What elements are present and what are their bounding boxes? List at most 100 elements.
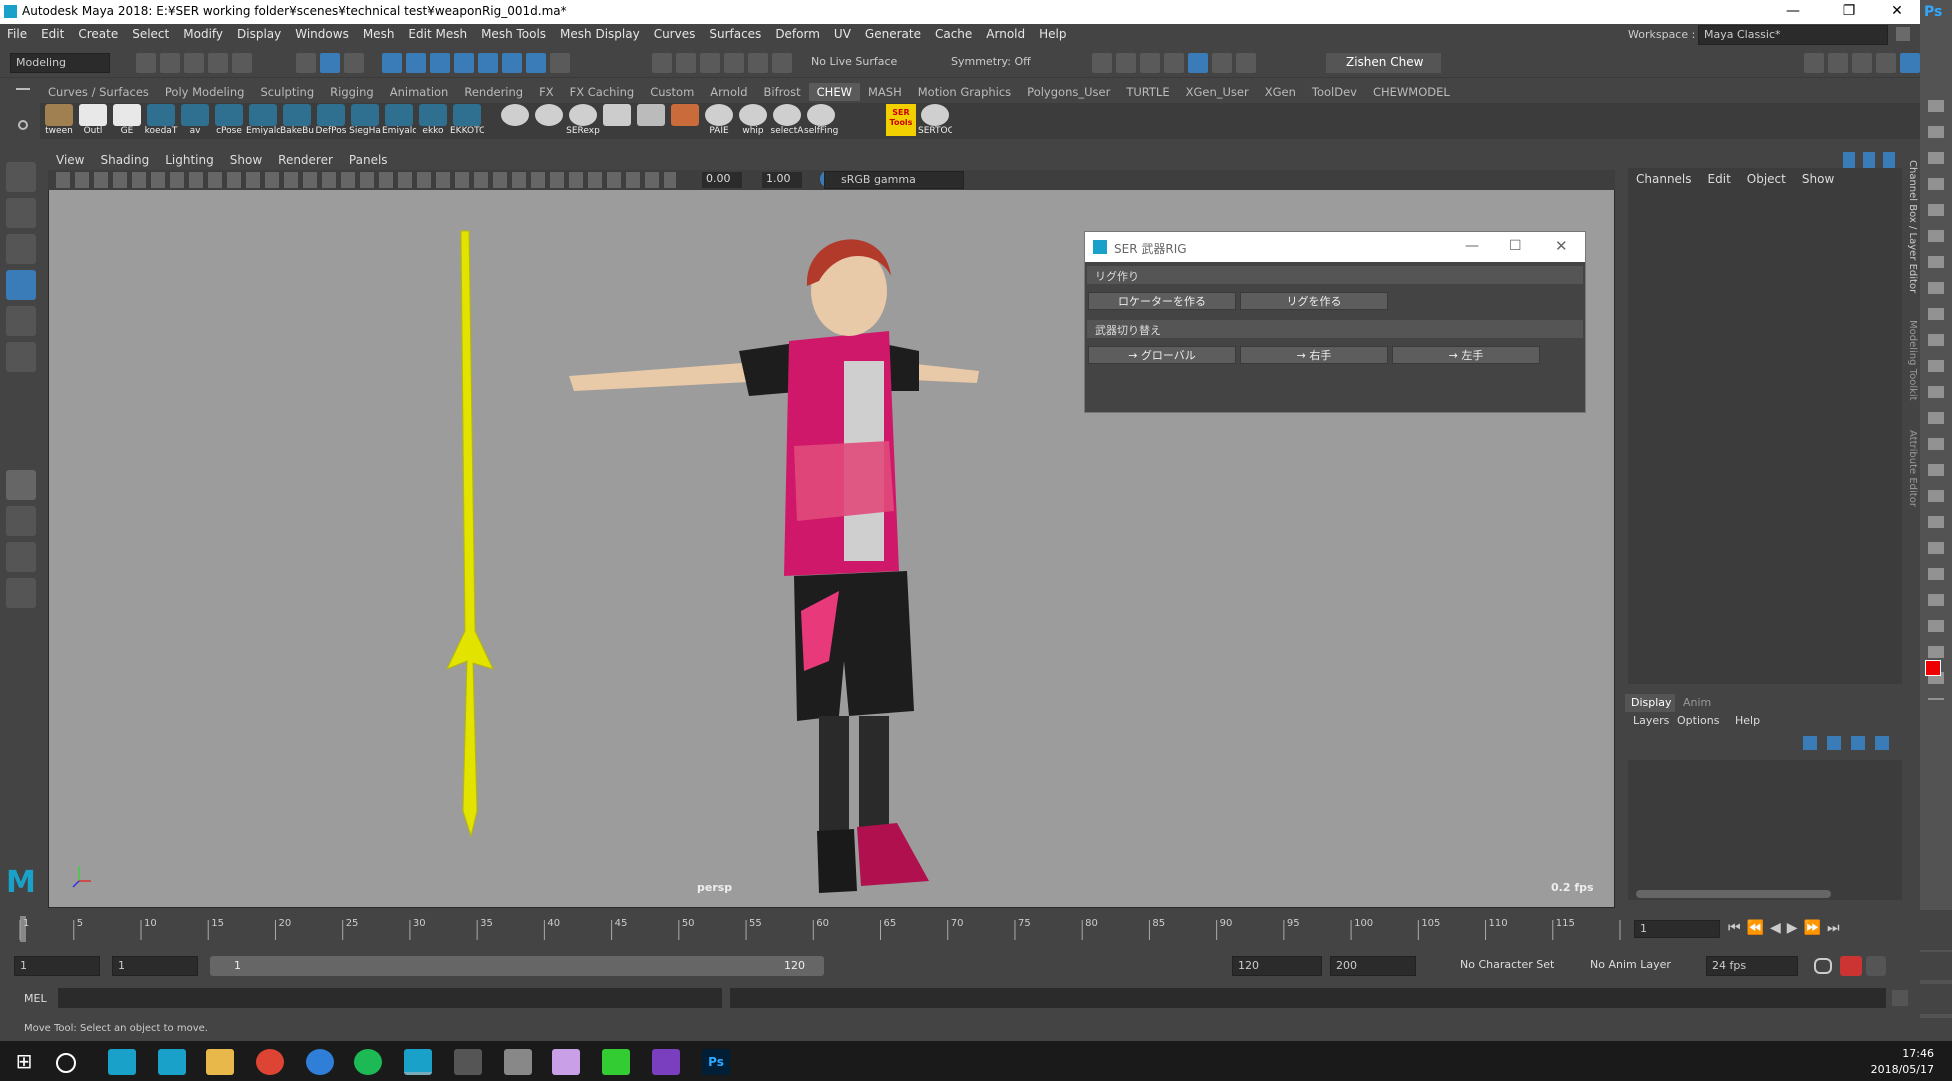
shelf-tool-skeleton[interactable] (600, 103, 634, 139)
menu-modify[interactable]: Modify (176, 24, 230, 41)
external-tool-icons[interactable] (1928, 100, 1944, 700)
photoshop-taskbar-icon[interactable]: Ps (702, 1049, 730, 1075)
layer-list[interactable] (1628, 760, 1902, 900)
shelf-tab[interactable]: Bifrost (756, 83, 809, 101)
workspace-dropdown[interactable]: Maya Classic* (1698, 25, 1888, 45)
tab-display[interactable]: Display (1625, 694, 1675, 712)
tool-settings-icon[interactable] (1852, 53, 1872, 73)
shelf-tab[interactable]: Custom (642, 83, 702, 101)
shelf-tab[interactable]: XGen (1257, 83, 1304, 101)
attribute-editor-icon[interactable] (1828, 53, 1848, 73)
shelf-tool-outliner[interactable]: Outl (76, 103, 110, 139)
chrome-icon[interactable] (256, 1049, 284, 1075)
layer-editor-icon[interactable] (1900, 53, 1920, 73)
playback-controls[interactable]: ⏮⏪◀▶⏩⏭ (1728, 920, 1846, 936)
close-button[interactable]: ✕ (1874, 0, 1920, 24)
vp-menu-shading[interactable]: Shading (92, 150, 157, 170)
menu-windows[interactable]: Windows (288, 24, 356, 41)
shelf-tab[interactable]: Animation (382, 83, 457, 101)
vp-menu-lighting[interactable]: Lighting (157, 150, 222, 170)
shelf-tool-av[interactable]: av (178, 103, 212, 139)
shelf-tool-defpos[interactable]: DefPos (314, 103, 348, 139)
shelf-tool-ge[interactable]: GE (110, 103, 144, 139)
symmetry-field[interactable]: Symmetry: Off (946, 53, 1056, 73)
shelf-tab[interactable]: TURTLE (1118, 83, 1177, 101)
select-question-icon[interactable] (525, 53, 546, 73)
shelf-tab[interactable]: Motion Graphics (910, 83, 1019, 101)
menu-edit-mesh[interactable]: Edit Mesh (401, 24, 474, 41)
shelf-tab[interactable]: CHEWMODEL (1365, 83, 1458, 101)
snap-live-icon[interactable] (772, 53, 792, 73)
maya-taskbar-icon[interactable] (158, 1049, 186, 1075)
select-uv-icon[interactable] (453, 53, 474, 73)
switch-global-button[interactable]: → グローバル (1088, 346, 1236, 364)
dialog-maximize-icon[interactable]: ☐ (1509, 238, 1522, 254)
chat-icon[interactable] (602, 1049, 630, 1075)
create-rig-button[interactable]: リグを作る (1240, 292, 1388, 310)
layer-tool-icons[interactable] (1803, 736, 1898, 750)
maya-active-icon[interactable] (404, 1049, 432, 1075)
snap-point-icon[interactable] (700, 53, 720, 73)
side-tab-channel-box[interactable]: Channel Box / Layer Editor (1907, 160, 1918, 293)
options-menu[interactable]: Options (1677, 714, 1719, 727)
shelf-tool-selecta[interactable]: selectA (770, 103, 804, 139)
shelf-tab[interactable]: FX (531, 83, 562, 101)
shelf-tab[interactable]: Rendering (456, 83, 531, 101)
live-surface-field[interactable]: No Live Surface (806, 53, 918, 73)
snap-curve-icon[interactable] (676, 53, 696, 73)
rotate-tool-icon[interactable] (6, 306, 36, 336)
character-set-dropdown[interactable]: No Character Set (1440, 958, 1554, 971)
snap-grid-icon[interactable] (652, 53, 672, 73)
sword-mesh[interactable] (446, 230, 494, 838)
shelf-tool-koedat[interactable]: koedaT (144, 103, 178, 139)
undo-icon[interactable] (208, 53, 228, 73)
switch-right-hand-button[interactable]: → 右手 (1240, 346, 1388, 364)
shelf-tool-siegha[interactable]: SiegHa (348, 103, 382, 139)
shelf-tool-bakebu[interactable]: BakeBu (280, 103, 314, 139)
menu-file[interactable]: File (0, 24, 34, 41)
edit-menu[interactable]: Edit (1700, 168, 1739, 190)
menu-generate[interactable]: Generate (858, 24, 928, 41)
menu-surfaces[interactable]: Surfaces (702, 24, 768, 41)
layers-menu[interactable]: Layers (1633, 714, 1669, 727)
section-rig-build[interactable]: リグ作り (1087, 266, 1583, 284)
select-tool-icon[interactable] (6, 162, 36, 192)
current-frame-field[interactable]: 1 (1634, 920, 1720, 938)
auto-key-icon[interactable] (1840, 956, 1862, 976)
range-bar[interactable]: 1 120 (210, 956, 824, 976)
shelf-tool-emiya2[interactable]: Emiyalc (382, 103, 416, 139)
playback-end-field[interactable]: 120 (1232, 956, 1322, 976)
shelf-settings-icon[interactable] (18, 120, 28, 130)
scale-tool-icon[interactable] (6, 342, 36, 372)
vp-menu-panels[interactable]: Panels (341, 150, 396, 170)
shelf-tool-ekkotc[interactable]: EKKOTC (450, 103, 484, 139)
mode-dropdown[interactable]: Modeling (10, 53, 110, 73)
mail-icon[interactable] (306, 1049, 334, 1075)
shelf-tool-selffing[interactable]: selfFing (804, 103, 838, 139)
exposure-field[interactable]: 0.00 (702, 172, 742, 188)
select-lock-icon[interactable] (501, 53, 522, 73)
menu-mesh[interactable]: Mesh (356, 24, 402, 41)
ipr-render-icon[interactable] (1164, 53, 1184, 73)
playback-start-field[interactable]: 1 (112, 956, 198, 976)
search-icon[interactable] (56, 1053, 76, 1073)
shelf-tab[interactable]: XGen_User (1178, 83, 1257, 101)
shelf-tool-script1[interactable] (498, 103, 532, 139)
shelf-menu-icon[interactable] (16, 88, 30, 98)
menu-mesh-tools[interactable]: Mesh Tools (474, 24, 553, 41)
menu-deform[interactable]: Deform (768, 24, 827, 41)
select-vertex-icon[interactable] (381, 53, 402, 73)
help-menu[interactable]: Help (1735, 714, 1760, 727)
selection-lock-icon[interactable] (549, 53, 570, 73)
start-frame-field[interactable]: 1 (14, 956, 100, 976)
script-editor-icon[interactable] (1892, 990, 1908, 1006)
mel-label[interactable]: MEL (24, 992, 47, 1005)
menu-arnold[interactable]: Arnold (979, 24, 1032, 41)
menu-edit[interactable]: Edit (34, 24, 71, 41)
render-current-icon[interactable] (1140, 53, 1160, 73)
channels-menu[interactable]: Channels (1628, 168, 1700, 190)
lasso-tool-icon[interactable] (6, 198, 36, 228)
hypershade-icon[interactable] (1188, 53, 1208, 73)
spotify-icon[interactable] (354, 1049, 382, 1075)
anim-prefs-icon[interactable] (1866, 956, 1886, 976)
